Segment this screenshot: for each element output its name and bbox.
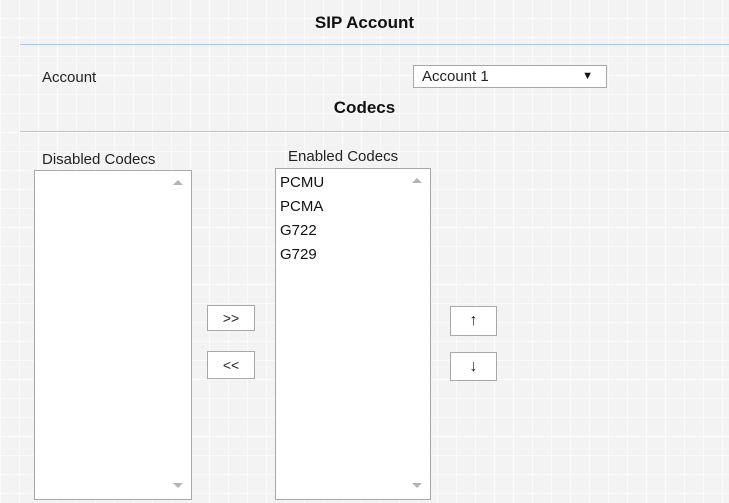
move-to-enabled-button[interactable]: >>	[207, 305, 255, 331]
move-up-button[interactable]: ↑	[450, 306, 497, 336]
move-down-button[interactable]: ↓	[450, 352, 497, 381]
enabled-codecs-label: Enabled Codecs	[288, 148, 399, 165]
codec-option[interactable]: G729	[280, 243, 324, 267]
disabled-codecs-listbox[interactable]	[34, 170, 192, 500]
codec-option[interactable]: PCMU	[280, 171, 324, 195]
codecs-divider	[20, 131, 729, 132]
scroll-up-arrow-icon[interactable]	[173, 180, 183, 185]
enabled-codecs-items: PCMU PCMA G722 G729	[280, 171, 324, 267]
account-label: Account	[42, 69, 97, 86]
scroll-down-arrow-icon[interactable]	[173, 483, 183, 488]
codecs-title: Codecs	[333, 98, 396, 117]
codec-option[interactable]: G722	[280, 219, 324, 243]
enabled-codecs-listbox[interactable]: PCMU PCMA G722 G729	[275, 168, 431, 500]
dropdown-triangle-icon: ▼	[582, 70, 593, 82]
account-select[interactable]: Account 1 ▼	[413, 65, 607, 88]
disabled-codecs-label: Disabled Codecs	[42, 151, 156, 168]
move-to-disabled-button[interactable]: <<	[207, 351, 255, 379]
sip-account-divider	[20, 44, 729, 45]
account-select-value: Account 1	[422, 68, 489, 85]
scroll-down-arrow-icon[interactable]	[412, 483, 422, 488]
scroll-up-arrow-icon[interactable]	[412, 178, 422, 183]
codec-option[interactable]: PCMA	[280, 195, 324, 219]
sip-account-title: SIP Account	[314, 13, 415, 32]
